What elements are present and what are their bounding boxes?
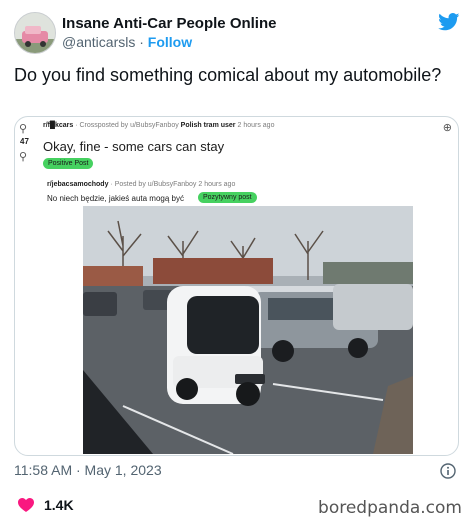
original-subreddit: r/jebacsamochody — [47, 181, 109, 188]
heart-icon[interactable] — [18, 498, 34, 512]
vote-column: ⚲ 47 ⚲ — [15, 117, 39, 177]
post-title: Okay, fine - some cars can stay — [43, 139, 225, 154]
original-flair: Pozytywny post — [198, 192, 257, 203]
handle-row: @anticarsls · Follow — [62, 34, 192, 50]
crosspost-text: · Crossposted by u/BubsyFanboy — [75, 122, 179, 129]
tweet-timestamp[interactable]: 11:58 AM · May 1, 2023 — [14, 462, 162, 478]
car-photo — [83, 206, 413, 454]
original-title: No niech będzie, jakieś auta mogą być — [47, 194, 184, 203]
bike-icon: ⚲ — [19, 123, 28, 135]
downvote-icon: ⚲ — [19, 151, 28, 163]
user-flair: Polish tram user — [180, 122, 236, 129]
post-flair: Positive Post — [43, 158, 94, 169]
tweet-header: Insane Anti-Car People Online @anticarsl… — [14, 12, 460, 54]
upvote-icon: ⊕ — [442, 122, 452, 134]
like-count[interactable]: 1.4K — [44, 497, 74, 513]
avatar[interactable] — [14, 12, 56, 54]
embedded-screenshot[interactable]: ⚲ 47 ⚲ r/f█kcars · Crossposted by u/Bubs… — [14, 116, 459, 456]
twitter-bird-icon[interactable] — [438, 13, 460, 31]
post-time: 2 hours ago — [237, 122, 275, 129]
post-meta: r/f█kcars · Crossposted by u/BubsyFanboy… — [43, 122, 274, 129]
original-meta: r/jebacsamochody · Posted by u/BubsyFanb… — [47, 181, 235, 188]
original-posted-by: · Posted by u/BubsyFanboy 2 hours ago — [110, 181, 236, 188]
follow-button[interactable]: Follow — [148, 34, 192, 50]
display-name[interactable]: Insane Anti-Car People Online — [62, 15, 276, 32]
tweet-text: Do you find something comical about my a… — [14, 65, 442, 85]
watermark: boredpanda.com — [318, 498, 462, 518]
separator: · — [139, 34, 144, 50]
info-icon[interactable] — [440, 463, 456, 479]
handle[interactable]: @anticarsls — [62, 34, 135, 50]
vote-count: 47 — [20, 137, 29, 146]
subreddit-name: r/f█kcars — [43, 122, 74, 129]
